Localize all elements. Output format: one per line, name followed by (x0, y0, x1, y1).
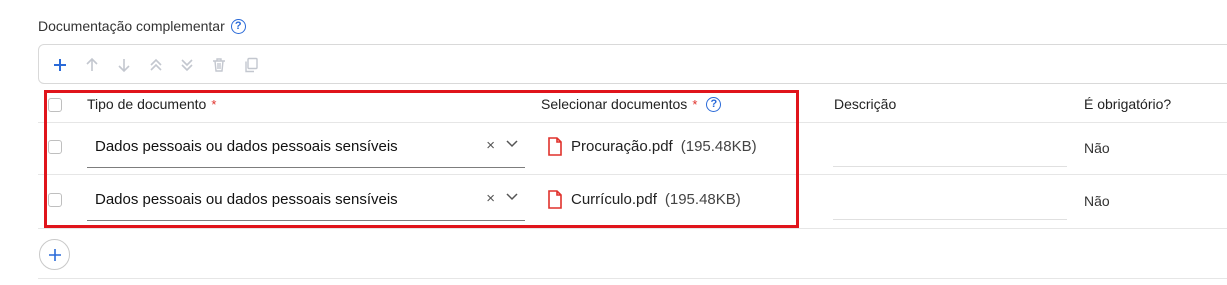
move-bottom-icon[interactable] (176, 54, 198, 76)
required-value: Não (1084, 193, 1110, 209)
header-obrigatorio-label: É obrigatório? (1084, 96, 1172, 112)
file-name[interactable]: Procuração.pdf (571, 138, 673, 155)
move-down-icon[interactable] (113, 54, 135, 76)
header-selecionar: Selecionar documentos * ? (541, 96, 722, 112)
clear-icon[interactable]: × (486, 137, 495, 154)
document-type-select[interactable]: Dados pessoais ou dados pessoais sensíve… (87, 124, 525, 168)
copy-icon[interactable] (240, 54, 262, 76)
section-title: Documentação complementar (38, 18, 225, 34)
add-row-button[interactable] (39, 239, 70, 270)
row-divider (38, 122, 1227, 123)
header-selecionar-label: Selecionar documentos (541, 96, 688, 112)
row-checkbox[interactable] (48, 193, 62, 207)
move-top-icon[interactable] (145, 54, 167, 76)
document-type-select[interactable]: Dados pessoais ou dados pessoais sensíve… (87, 177, 525, 221)
header-obrigatorio: É obrigatório? (1084, 96, 1171, 112)
toolbar (38, 44, 1227, 84)
header-descricao-label: Descrição (834, 96, 897, 112)
required-mark: * (211, 96, 217, 112)
header-descricao: Descrição (834, 96, 896, 112)
file-size: (195.48KB) (664, 191, 741, 208)
bottom-divider (38, 278, 1227, 279)
plus-icon (48, 248, 61, 261)
chevron-down-icon[interactable] (505, 189, 519, 208)
header-tipo-label: Tipo de documento (87, 96, 207, 112)
header-tipo: Tipo de documento * (87, 96, 216, 112)
pdf-file-icon (548, 137, 562, 156)
row-checkbox[interactable] (48, 140, 62, 154)
row-divider (38, 174, 1227, 175)
file-size: (195.48KB) (680, 138, 757, 155)
move-up-icon[interactable] (81, 54, 103, 76)
pdf-file-icon (548, 190, 562, 209)
description-input[interactable] (833, 166, 1067, 167)
row-divider (38, 228, 1227, 229)
help-icon[interactable]: ? (230, 18, 246, 34)
description-input[interactable] (833, 219, 1067, 220)
delete-icon[interactable] (208, 54, 230, 76)
required-value: Não (1084, 140, 1110, 156)
select-value: Dados pessoais ou dados pessoais sensíve… (95, 191, 398, 208)
file-link[interactable]: Procuração.pdf (195.48KB) (547, 137, 757, 156)
file-name[interactable]: Currículo.pdf (571, 191, 657, 208)
section-title-row: Documentação complementar ? (38, 18, 246, 34)
chevron-down-icon[interactable] (505, 136, 519, 155)
clear-icon[interactable]: × (486, 190, 495, 207)
file-link[interactable]: Currículo.pdf (195.48KB) (547, 190, 741, 209)
required-mark: * (692, 96, 698, 112)
add-icon[interactable] (49, 54, 71, 76)
select-all-checkbox[interactable] (48, 98, 62, 112)
help-icon[interactable]: ? (706, 96, 722, 112)
select-value: Dados pessoais ou dados pessoais sensíve… (95, 138, 398, 155)
